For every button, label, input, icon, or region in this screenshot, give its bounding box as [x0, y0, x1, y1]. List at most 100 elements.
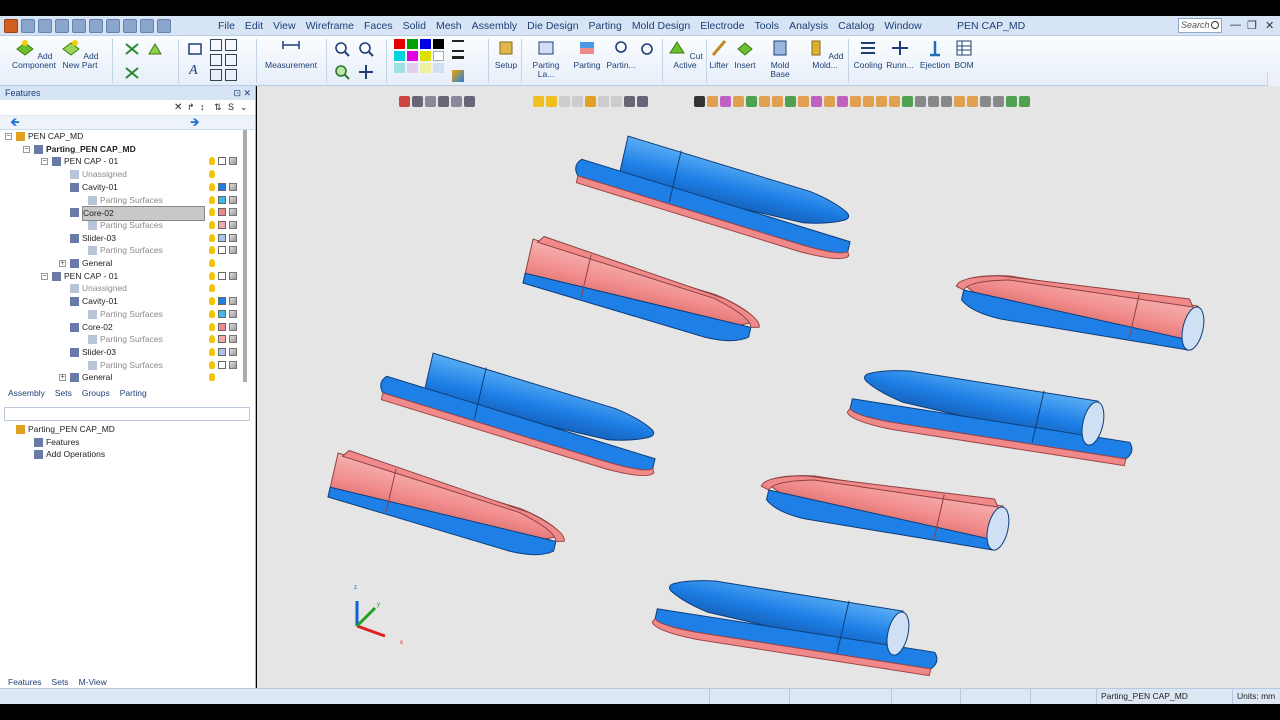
visibility-bulb-icon[interactable] — [209, 195, 215, 204]
visibility-bulb-icon[interactable] — [209, 373, 215, 382]
parting-dropdown-icon[interactable] — [640, 42, 656, 58]
open-icon[interactable] — [55, 19, 69, 33]
tree-row[interactable]: − PEN CAP_MD — [0, 130, 240, 143]
visibility-bulb-icon[interactable] — [209, 208, 215, 217]
tree-row[interactable]: Cavity-01 — [0, 181, 240, 194]
add-component-button[interactable]: Add Component — [12, 38, 56, 70]
display-mode-icon[interactable] — [229, 309, 237, 318]
menu-catalog[interactable]: Catalog — [838, 20, 874, 32]
ejection-button[interactable]: Ejection — [918, 38, 952, 70]
app-logo-icon[interactable] — [4, 19, 18, 33]
options-icon[interactable]: ⌄ — [240, 102, 248, 113]
expand-toggle-icon[interactable]: − — [41, 272, 48, 280]
measurement-button[interactable]: Measurement — [264, 38, 318, 70]
menu-edit[interactable]: Edit — [245, 20, 263, 32]
visibility-bulb-icon[interactable] — [209, 157, 215, 166]
properties-icon[interactable] — [89, 19, 103, 33]
display-mode-icon[interactable] — [229, 347, 237, 356]
color-swatch[interactable] — [218, 208, 226, 217]
grid-icon[interactable] — [210, 39, 222, 51]
tree-row[interactable]: + General — [0, 371, 240, 384]
filter-icon[interactable]: ↱ — [187, 102, 195, 113]
sort-icon[interactable]: ↕ — [200, 102, 205, 112]
tab-sets[interactable]: Sets — [55, 388, 72, 398]
tree-row[interactable]: − PEN CAP - 01 — [0, 270, 240, 283]
setup-button[interactable]: Setup — [493, 38, 519, 70]
visibility-bulb-icon[interactable] — [209, 347, 215, 356]
runner-button[interactable]: Runn... — [886, 38, 914, 70]
restore-icon[interactable]: ❐ — [1247, 19, 1257, 32]
close-icon[interactable]: ✕ — [1265, 19, 1274, 32]
menu-analysis[interactable]: Analysis — [789, 20, 828, 32]
pan-icon[interactable] — [358, 64, 374, 80]
visibility-bulb-icon[interactable] — [209, 220, 215, 229]
core-part-2[interactable] — [324, 447, 574, 564]
display-mode-icon[interactable] — [229, 157, 237, 166]
tree-row[interactable]: Parting Surfaces — [0, 333, 240, 346]
tree-row[interactable]: Slider-03 — [0, 232, 240, 245]
zoom-all-icon[interactable] — [358, 41, 374, 57]
order-icon[interactable]: ⇅ — [214, 102, 222, 113]
expand-toggle-icon[interactable]: − — [23, 145, 30, 153]
display-mode-icon[interactable] — [229, 322, 237, 331]
core-part-1[interactable] — [519, 233, 769, 350]
menu-window[interactable]: Window — [884, 20, 921, 32]
expand-toggle-icon[interactable]: + — [59, 374, 66, 382]
display-mode-icon[interactable] — [229, 208, 237, 217]
tree-row[interactable]: Core-02 — [0, 206, 240, 221]
visibility-bulb-icon[interactable] — [209, 322, 215, 331]
display-mode-icon[interactable] — [229, 233, 237, 242]
check-icon[interactable] — [225, 39, 237, 51]
menu-view[interactable]: View — [273, 20, 296, 32]
tree-row[interactable]: Unassigned — [0, 168, 240, 181]
parting-layout-button[interactable]: Parting La... — [524, 38, 568, 79]
tree-row[interactable]: Parting Surfaces — [0, 219, 240, 232]
rotate-icon[interactable] — [147, 42, 163, 56]
cavity-part-1[interactable] — [568, 125, 865, 264]
parting-surface-button[interactable]: Partin... — [604, 38, 638, 70]
panel-close-icon[interactable]: ✕ — [243, 86, 251, 100]
table-icon[interactable] — [225, 69, 237, 81]
color-swatch[interactable] — [218, 335, 226, 344]
expand-toggle-icon[interactable]: + — [59, 260, 66, 267]
undo-icon[interactable] — [123, 19, 137, 33]
tree-row[interactable]: Parting_PEN CAP_MD — [0, 423, 240, 436]
tree-row[interactable]: Cavity-01 — [0, 295, 240, 308]
display-mode-icon[interactable] — [229, 220, 237, 229]
clear-icon[interactable]: ✕ — [174, 102, 182, 113]
color-swatch[interactable] — [218, 195, 226, 204]
move-icon[interactable] — [124, 42, 140, 56]
color-palette[interactable] — [394, 39, 444, 73]
redo-icon[interactable] — [140, 19, 154, 33]
forward-arrow-icon[interactable]: 🡺 — [190, 116, 200, 128]
display-mode-icon[interactable] — [229, 246, 237, 255]
visibility-bulb-icon[interactable] — [209, 271, 215, 280]
color-swatch[interactable] — [218, 233, 226, 242]
cavity-part-3[interactable] — [845, 346, 1142, 484]
display-mode-icon[interactable] — [229, 271, 237, 280]
tab-parting[interactable]: Parting — [120, 388, 147, 398]
color-swatch[interactable] — [218, 182, 226, 191]
visibility-bulb-icon[interactable] — [209, 170, 215, 179]
menu-parting[interactable]: Parting — [589, 20, 622, 32]
frame-icon[interactable] — [210, 54, 222, 66]
visibility-bulb-icon[interactable] — [209, 246, 215, 255]
pin-icon[interactable]: ⊡ — [233, 86, 241, 100]
menu-file[interactable]: File — [218, 20, 235, 32]
visibility-bulb-icon[interactable] — [209, 182, 215, 191]
tab-m-view[interactable]: M-View — [79, 677, 107, 687]
tree-row[interactable]: Parting Surfaces — [0, 244, 240, 257]
minimize-icon[interactable]: — — [1230, 19, 1241, 31]
note-icon[interactable] — [210, 69, 222, 81]
line-width-icon[interactable] — [452, 56, 464, 68]
tree-row[interactable]: − Parting_PEN CAP_MD — [0, 143, 240, 156]
menu-die-design[interactable]: Die Design — [527, 20, 578, 32]
dimension-icon[interactable] — [187, 40, 203, 56]
tree-scrollbar[interactable] — [243, 130, 247, 382]
visibility-bulb-icon[interactable] — [209, 297, 215, 306]
settings-icon[interactable]: S — [228, 102, 234, 112]
3d-viewport[interactable]: z y x — [257, 86, 1280, 688]
paint-icon[interactable] — [452, 70, 464, 82]
cavity-part-2[interactable] — [373, 342, 670, 481]
search-box[interactable]: Search — [1178, 18, 1222, 33]
